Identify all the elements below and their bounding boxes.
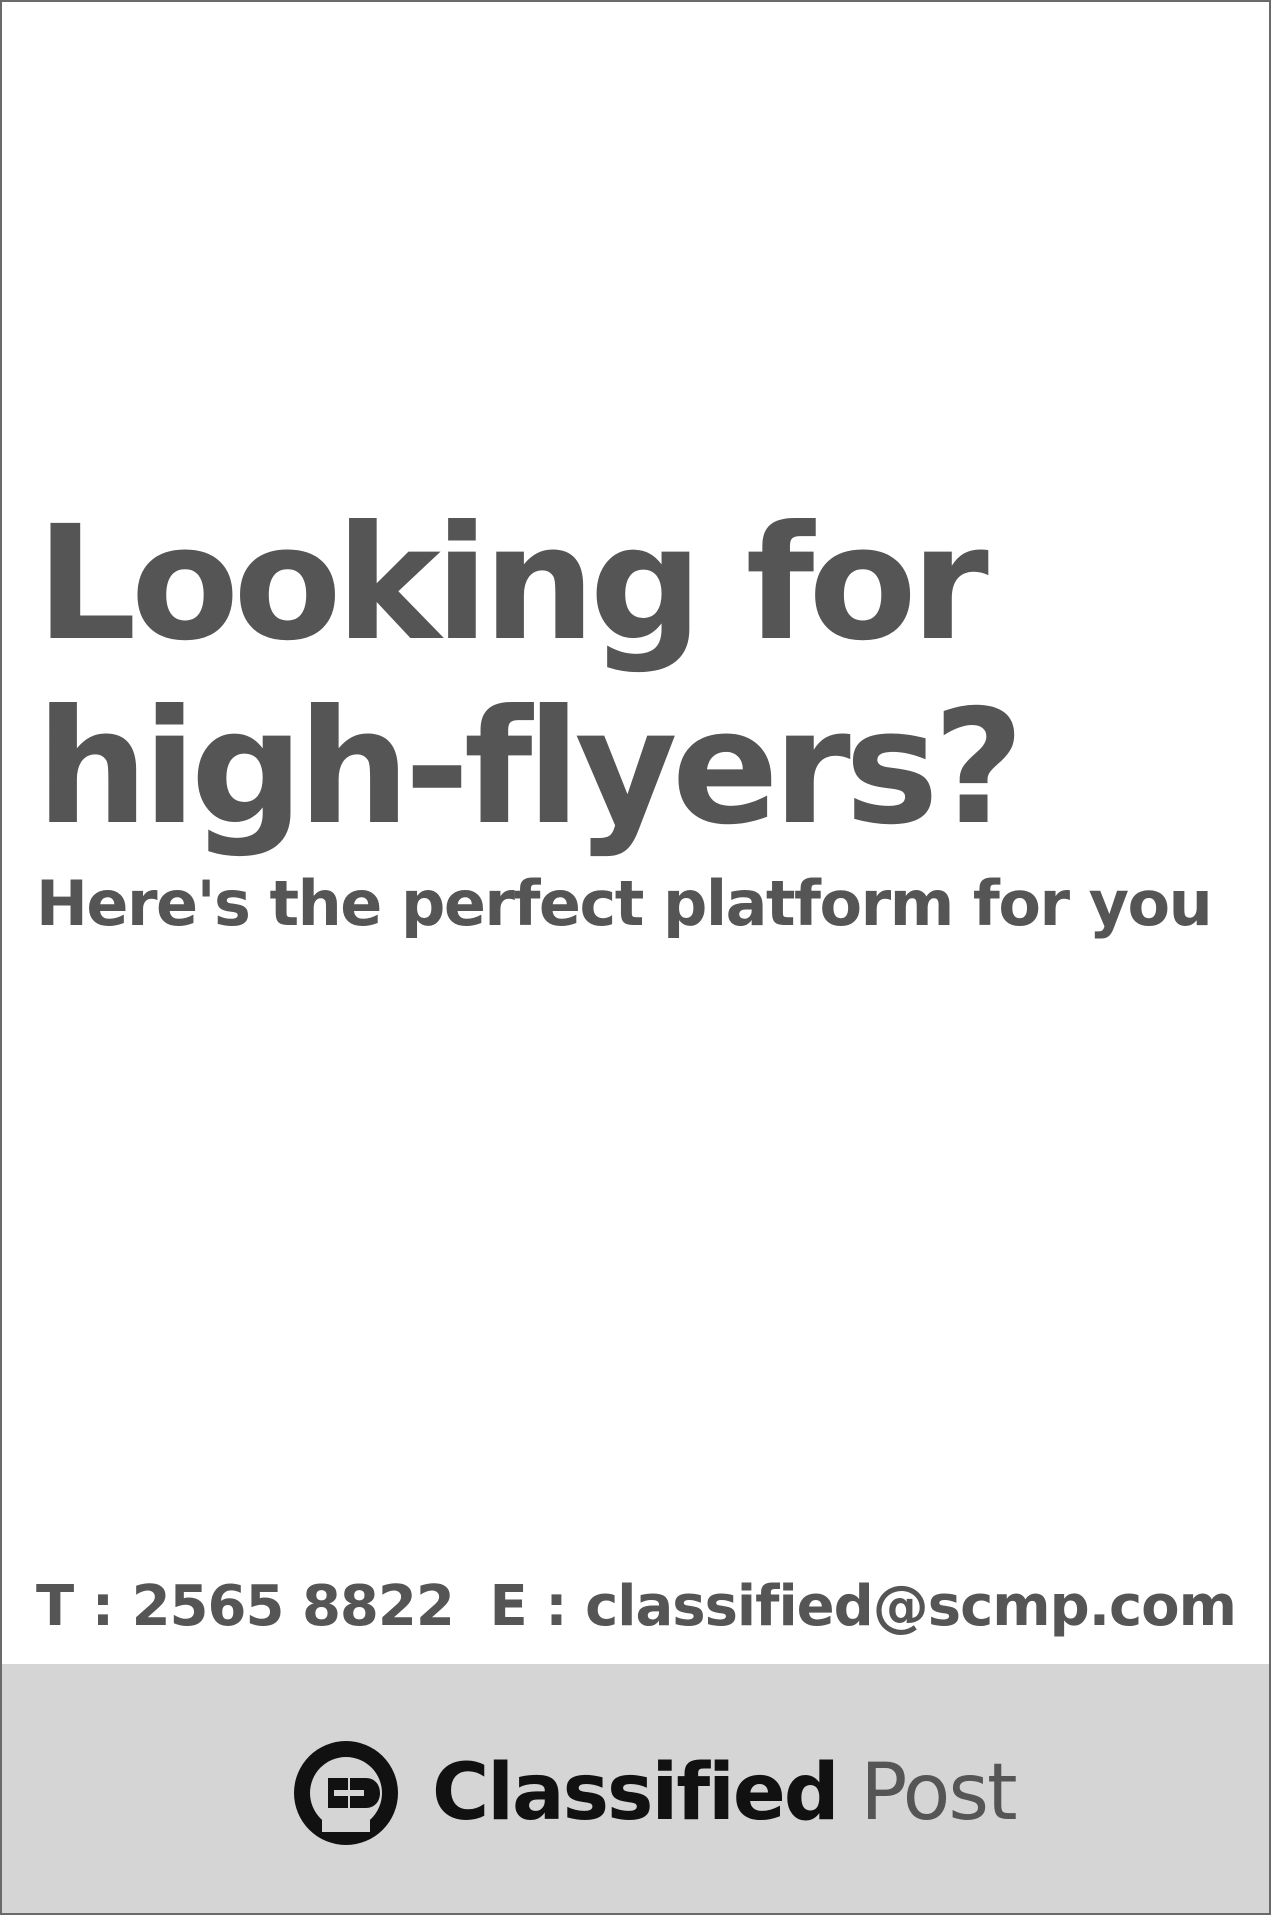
headline-line-2: high-flyers? [36,676,1024,860]
brand-logo: Classified Post [284,1738,1018,1848]
subheadline: Here's the perfect platform for you [36,867,1213,940]
contact-row: T : 2565 8822 E : classified@scmp.com [36,1572,1237,1642]
advertisement: Looking for high-flyers? Here's the perf… [0,0,1271,1915]
headline-line-1: Looking for [36,492,989,676]
brand-name: Classified Post [432,1748,1018,1838]
brand-name-part2: Post [860,1748,1017,1838]
email-address[interactable]: E : classified@scmp.com [489,1572,1237,1642]
classified-post-logo-icon [294,1741,398,1845]
phone-number: T : 2565 8822 [36,1574,455,1639]
headline-block: Looking for high-flyers? Here's the perf… [36,492,1236,940]
brand-name-part1: Classified [432,1748,840,1838]
